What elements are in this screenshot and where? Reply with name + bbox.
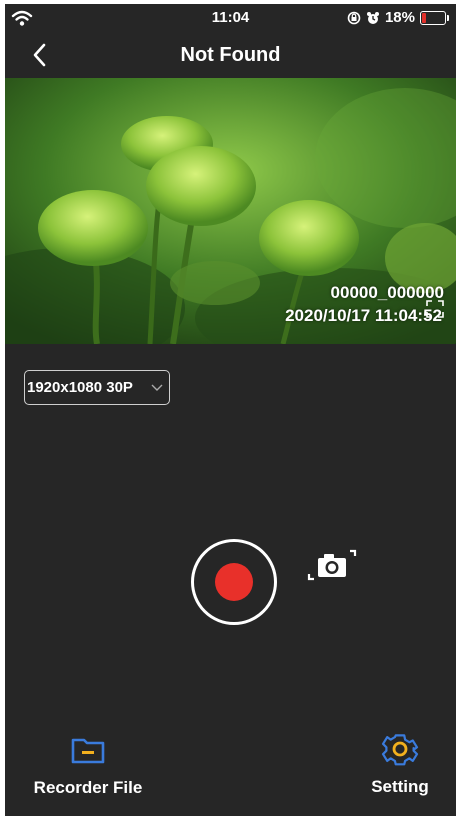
setting-label: Setting xyxy=(371,777,429,796)
gear-icon xyxy=(381,734,419,766)
nav-bar: Not Found xyxy=(5,32,456,78)
rotation-lock-icon xyxy=(347,11,361,24)
page-title: Not Found xyxy=(180,44,281,66)
record-dot-icon xyxy=(215,563,253,601)
recorder-file-label: Recorder File xyxy=(33,778,143,797)
folder-icon xyxy=(71,738,105,764)
app-screen: 11:04 18% Not Found 00000_000000 2020/10… xyxy=(5,4,456,816)
battery-percent: 18% xyxy=(384,9,415,26)
status-indicators: 18% xyxy=(347,9,449,26)
record-button[interactable] xyxy=(191,539,277,625)
chevron-down-icon xyxy=(151,384,163,391)
status-bar: 11:04 18% xyxy=(5,4,456,32)
fullscreen-icon[interactable] xyxy=(426,300,444,318)
camera-preview: 00000_000000 2020/10/17 11:04:52 xyxy=(5,78,456,344)
preview-image xyxy=(5,78,456,344)
osd-datetime: 2020/10/17 11:04:52 xyxy=(285,306,442,325)
snapshot-camera-icon[interactable] xyxy=(307,548,357,582)
alarm-icon xyxy=(366,11,379,24)
battery-icon xyxy=(420,10,449,25)
resolution-value: 1920x1080 30P xyxy=(27,379,133,396)
recorder-file-button[interactable]: Recorder File xyxy=(23,736,153,798)
resolution-select[interactable]: 1920x1080 30P xyxy=(24,370,170,405)
setting-button[interactable]: Setting xyxy=(360,729,440,797)
